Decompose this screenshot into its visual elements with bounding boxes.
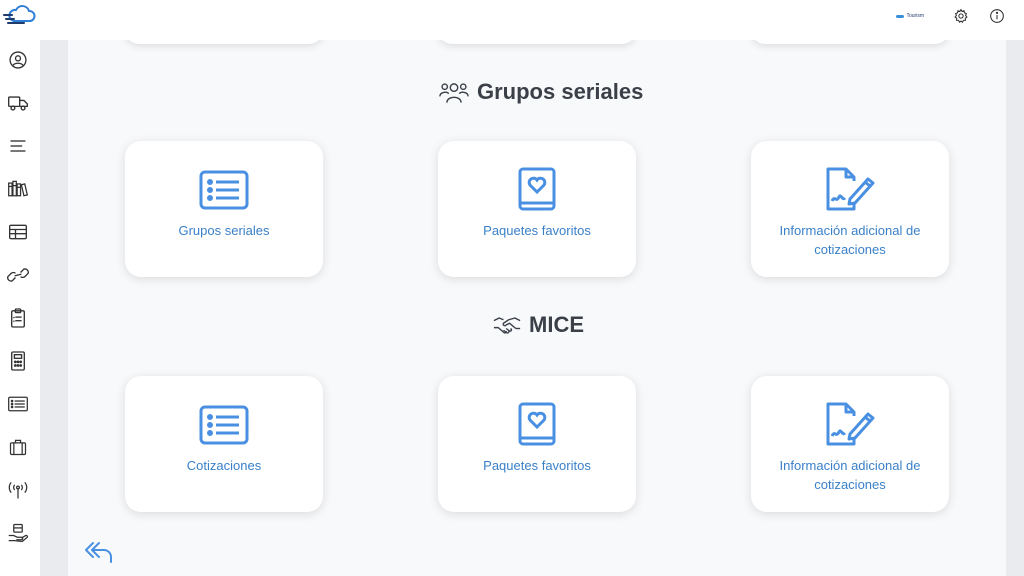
- handshake-icon: [493, 314, 521, 336]
- card-label: Cotizaciones: [186, 458, 262, 473]
- gear-icon[interactable]: [952, 7, 970, 25]
- list-icon: [198, 167, 250, 213]
- card-partial-top[interactable]: [438, 40, 636, 44]
- card-partial-top[interactable]: [751, 40, 949, 44]
- brand-mini-logo: Tourism: [896, 13, 924, 19]
- card-partial-top[interactable]: [125, 40, 323, 44]
- heart-book-icon: [511, 167, 563, 213]
- brand-mini-text: Tourism: [906, 13, 924, 19]
- list-icon[interactable]: [6, 392, 30, 416]
- truck-icon[interactable]: [6, 91, 30, 115]
- cloud-logo-icon[interactable]: [2, 4, 36, 26]
- suitcase-icon[interactable]: [6, 435, 30, 459]
- left-gutter: [40, 40, 68, 576]
- calculator-icon[interactable]: [6, 349, 30, 373]
- list-icon: [198, 402, 250, 448]
- section-title-grupos-seriales: Grupos seriales: [439, 78, 643, 106]
- menu-lines-icon[interactable]: [6, 134, 30, 158]
- heart-book-icon: [511, 402, 563, 448]
- user-circle-icon[interactable]: [6, 48, 30, 72]
- card-informacion-adicional[interactable]: Información adicional de cotizaciones: [751, 376, 949, 512]
- section-title-text: Grupos seriales: [477, 79, 644, 104]
- signed-document-icon: [824, 402, 876, 448]
- clipboard-icon[interactable]: [6, 306, 30, 330]
- card-label: Información adicional de cotizaciones: [779, 458, 921, 492]
- card-cotizaciones[interactable]: Cotizaciones: [125, 376, 323, 512]
- link-icon[interactable]: [6, 263, 30, 287]
- top-bar: Tourism: [0, 0, 1024, 40]
- antenna-icon[interactable]: [6, 478, 30, 502]
- card-paquetes-favoritos[interactable]: Paquetes favoritos: [438, 376, 636, 512]
- users-group-icon: [439, 78, 469, 106]
- back-arrow-icon[interactable]: [84, 540, 114, 564]
- hand-box-icon[interactable]: [6, 521, 30, 545]
- books-icon[interactable]: [6, 177, 30, 201]
- card-paquetes-favoritos[interactable]: Paquetes favoritos: [438, 141, 636, 277]
- right-gutter: [1006, 40, 1024, 576]
- sidebar: [0, 40, 40, 576]
- card-grupos-seriales[interactable]: Grupos seriales: [125, 141, 323, 277]
- table-icon[interactable]: [6, 220, 30, 244]
- section-title-text: MICE: [529, 312, 584, 337]
- card-informacion-adicional[interactable]: Información adicional de cotizaciones: [751, 141, 949, 277]
- section-title-mice: MICE: [493, 312, 584, 338]
- card-label: Paquetes favoritos: [483, 223, 591, 238]
- signed-document-icon: [824, 167, 876, 213]
- brand-dot-icon: [896, 14, 905, 18]
- card-label: Grupos seriales: [178, 223, 270, 238]
- main-content: Grupos seriales Grupos seriales Paquetes: [68, 40, 1006, 576]
- card-label: Información adicional de cotizaciones: [779, 223, 921, 257]
- info-icon[interactable]: [988, 7, 1006, 25]
- card-label: Paquetes favoritos: [483, 458, 591, 473]
